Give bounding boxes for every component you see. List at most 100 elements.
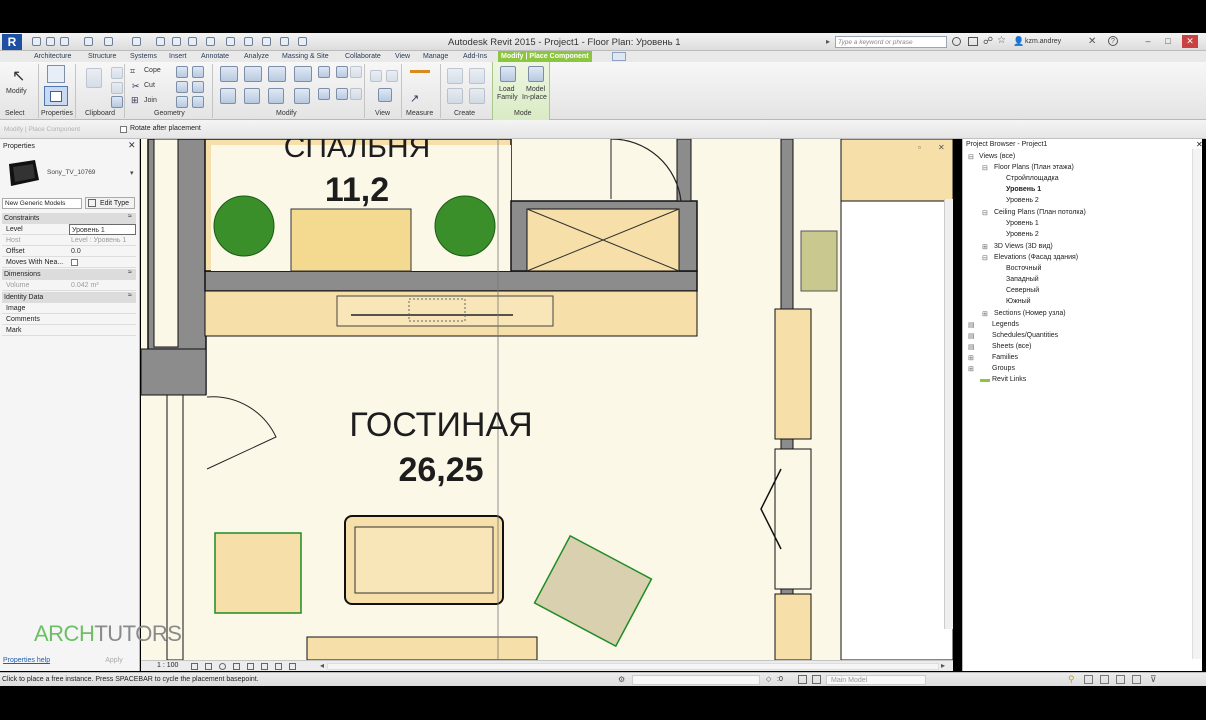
dimension-icon[interactable] xyxy=(172,37,181,46)
filter-icon[interactable] xyxy=(798,675,807,684)
array-icon[interactable] xyxy=(336,88,348,100)
temp-hide-icon[interactable] xyxy=(275,663,282,670)
rotate-icon[interactable] xyxy=(268,88,284,104)
type-properties-icon[interactable] xyxy=(47,65,65,83)
mirror-axis-icon[interactable] xyxy=(268,66,286,82)
sections-node[interactable]: Sections (Номер узла) xyxy=(994,310,1066,317)
join-button[interactable]: Join xyxy=(144,97,157,104)
drawing-area[interactable]: СПАЛЬНЯ 11,2 ГОСТИНАЯ 26,25 ▫ ✕ xyxy=(141,139,953,660)
detail-level-icon[interactable] xyxy=(191,663,198,670)
tab-analyze[interactable]: Analyze xyxy=(244,51,269,62)
category-filter[interactable]: New Generic Models xyxy=(2,198,82,209)
create-group-icon[interactable] xyxy=(469,68,485,84)
select-underlay-icon[interactable] xyxy=(1084,675,1093,684)
switch-windows-icon[interactable] xyxy=(280,37,289,46)
offset-icon[interactable] xyxy=(244,66,262,82)
cut-clipboard-icon[interactable] xyxy=(111,67,123,79)
paint-icon[interactable] xyxy=(176,96,188,108)
ceilingplan-item[interactable]: Уровень 2 xyxy=(1006,231,1039,238)
remove-paint-icon[interactable] xyxy=(192,96,204,108)
show-crop-icon[interactable] xyxy=(261,663,268,670)
match-properties-icon[interactable] xyxy=(111,96,123,108)
floorplan-item[interactable]: Стройплощадка xyxy=(1006,175,1059,182)
families-node[interactable]: Families xyxy=(992,354,1018,361)
room2-name-label[interactable]: ГОСТИНАЯ xyxy=(349,406,532,444)
workset-dropdown[interactable] xyxy=(632,675,760,685)
copy-element-icon[interactable] xyxy=(244,88,260,104)
redo-icon[interactable] xyxy=(104,37,113,46)
design-options-icon[interactable] xyxy=(812,675,821,684)
move-element-icon[interactable] xyxy=(220,88,236,104)
dimensions-section[interactable]: Dimensions xyxy=(2,269,136,280)
open-icon[interactable] xyxy=(32,37,41,46)
floorplan-item[interactable]: Уровень 1 xyxy=(1006,186,1041,193)
favorites-icon[interactable]: ☆ xyxy=(997,35,1006,46)
3d-view-icon[interactable] xyxy=(206,37,215,46)
offset-field[interactable]: 0.0 xyxy=(69,246,136,257)
demolish-icon[interactable] xyxy=(192,81,204,93)
tab-modify-place-component[interactable]: Modify | Place Component xyxy=(498,51,592,62)
tab-massing-site[interactable]: Massing & Site xyxy=(282,51,329,62)
worksets-icon[interactable]: ⚙ xyxy=(618,675,625,684)
align-icon[interactable] xyxy=(220,66,238,82)
ceilingplan-item[interactable]: Уровень 1 xyxy=(1006,220,1039,227)
apply-button[interactable]: Apply xyxy=(92,655,136,667)
cut-button[interactable]: Cut xyxy=(144,82,155,89)
3dviews-node[interactable]: 3D Views (3D вид) xyxy=(994,243,1053,250)
tab-manage[interactable]: Manage xyxy=(423,51,448,62)
collapse-icon[interactable]: ≈ xyxy=(128,292,132,299)
measure-along-icon[interactable]: ↗ xyxy=(410,92,419,105)
linework-icon[interactable] xyxy=(378,88,392,102)
create-assembly-icon[interactable] xyxy=(447,88,463,104)
override-graphics-icon[interactable] xyxy=(386,70,398,82)
elevation-item[interactable]: Западный xyxy=(1006,276,1039,283)
cut-icon[interactable]: ✂ xyxy=(132,81,140,92)
load-family-icon[interactable] xyxy=(500,66,516,82)
select-pinned-icon[interactable] xyxy=(1100,675,1109,684)
hide-icon[interactable] xyxy=(370,70,382,82)
exchange-apps-icon[interactable]: ✕ xyxy=(1088,36,1096,47)
help-icon[interactable]: ? xyxy=(1108,36,1118,46)
section-icon[interactable] xyxy=(226,37,235,46)
moves-checkbox[interactable] xyxy=(71,259,78,266)
collapse-icon[interactable]: ≈ xyxy=(128,213,132,220)
scroll-right-icon[interactable]: ▸ xyxy=(941,661,945,670)
vertical-scrollbar[interactable] xyxy=(944,199,953,629)
tab-structure[interactable]: Structure xyxy=(88,51,116,62)
move-icon[interactable] xyxy=(318,66,330,78)
create-parts-icon[interactable] xyxy=(447,68,463,84)
editable-only-icon[interactable]: ◇ xyxy=(766,675,771,683)
constraints-section[interactable]: Constraints xyxy=(2,213,136,224)
model-inplace-label-2[interactable]: In-place xyxy=(522,94,547,101)
level-field[interactable]: Уровень 1 xyxy=(69,224,136,235)
floorplan-item[interactable]: Уровень 2 xyxy=(1006,197,1039,204)
lock-icon[interactable] xyxy=(350,66,362,78)
model-inplace-icon[interactable] xyxy=(528,66,544,82)
floorplans-toggle-icon[interactable]: ⊟ xyxy=(982,164,988,172)
3dviews-toggle-icon[interactable]: ⊞ xyxy=(982,243,988,251)
select-by-face-icon[interactable] xyxy=(1116,675,1125,684)
trim-icon[interactable] xyxy=(294,88,310,104)
view-restore-icon[interactable]: ▫ xyxy=(918,143,921,152)
properties-help-link[interactable]: Properties help xyxy=(3,657,50,664)
wall-joins-icon[interactable] xyxy=(192,66,204,78)
scale-icon[interactable] xyxy=(350,88,362,100)
elevations-node[interactable]: Elevations (Фасад здания) xyxy=(994,254,1078,261)
properties-button[interactable] xyxy=(44,86,68,106)
design-option-dropdown[interactable]: Main Model xyxy=(826,675,926,685)
tab-add-ins[interactable]: Add-Ins xyxy=(463,51,487,62)
sections-toggle-icon[interactable]: ⊞ xyxy=(982,310,988,318)
legends-node[interactable]: Legends xyxy=(992,321,1019,328)
load-family-label-2[interactable]: Family xyxy=(497,94,518,101)
room1-area-label[interactable]: 11,2 xyxy=(325,171,389,209)
close-icon[interactable]: ✕ xyxy=(128,140,136,151)
revit-logo-icon[interactable]: R xyxy=(2,34,22,50)
sheets-node[interactable]: Sheets (все) xyxy=(992,343,1031,350)
sync-icon[interactable] xyxy=(60,37,69,46)
image-field[interactable] xyxy=(69,303,136,314)
room1-name-label[interactable]: СПАЛЬНЯ xyxy=(284,139,431,164)
geometry-tool-icon[interactable] xyxy=(176,66,188,78)
tab-annotate[interactable]: Annotate xyxy=(201,51,229,62)
customize-qat-icon[interactable] xyxy=(298,37,307,46)
tab-insert[interactable]: Insert xyxy=(169,51,187,62)
